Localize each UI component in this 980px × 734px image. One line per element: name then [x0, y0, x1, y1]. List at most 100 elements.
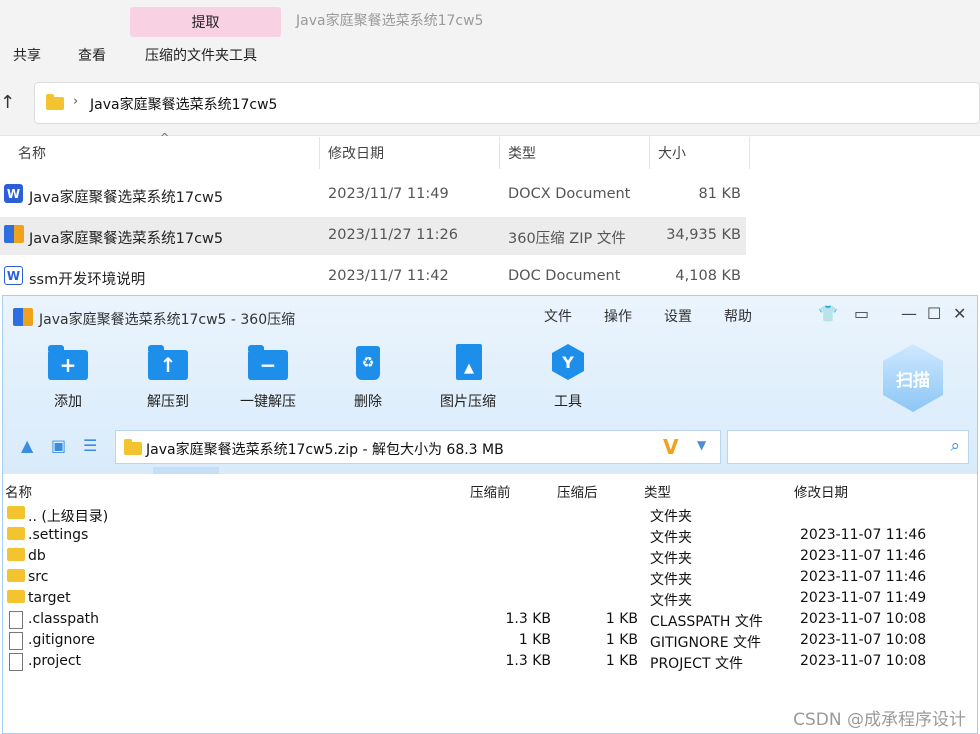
file-row[interactable]: W Java家庭聚餐选菜系统17cw5 2023/11/7 11:49 DOCX…	[0, 176, 746, 214]
entry-size-after: 1 KB	[605, 653, 638, 669]
tool-extract-to-button[interactable]: ↑ 解压到	[128, 344, 208, 411]
folder-icon	[7, 527, 25, 540]
tool-label: 添加	[54, 394, 82, 410]
zip-column-headers: 名称 压缩前 压缩后 类型 修改日期	[3, 478, 977, 502]
close-icon[interactable]: ✕	[953, 304, 966, 323]
tools-hexagon-icon: Y	[552, 344, 584, 380]
list-item[interactable]: target 文件夹 2023-11-07 11:49	[3, 589, 977, 610]
view-list-icon[interactable]: ☰	[83, 436, 97, 455]
entry-date: 2023-11-07 11:49	[800, 590, 927, 606]
entry-date: 2023-11-07 11:46	[800, 527, 927, 543]
entry-date: 2023-11-07 10:08	[800, 611, 927, 627]
up-arrow-icon[interactable]: ↑	[0, 92, 15, 113]
dropdown-arrow-icon[interactable]: ▼	[697, 438, 706, 452]
360zip-logo-icon	[13, 308, 33, 326]
column-header-type[interactable]: 类型	[500, 137, 650, 169]
file-date: 2023/11/7 11:42	[328, 268, 449, 284]
menu-share[interactable]: 共享	[13, 45, 41, 65]
entry-date: 2023-11-07 10:08	[800, 632, 927, 648]
entry-name: .. (上级目录)	[28, 509, 109, 525]
zip-path-text: Java家庭聚餐选菜系统17cw5.zip - 解包大小为 68.3 MB	[146, 442, 504, 458]
column-header-type[interactable]: 类型	[644, 481, 671, 501]
tool-tools-button[interactable]: Y 工具	[528, 344, 608, 411]
folder-icon	[7, 548, 25, 561]
column-header-after[interactable]: 压缩后	[557, 481, 598, 501]
feedback-icon[interactable]: ▭	[854, 304, 869, 323]
scroll-tab-indicator	[153, 467, 219, 474]
view-thumbnail-icon[interactable]: ▣	[51, 436, 66, 455]
menu-compressed-folder-tools[interactable]: 压缩的文件夹工具	[145, 45, 257, 65]
entry-name: .project	[28, 653, 82, 669]
column-header-name[interactable]: 名称	[5, 481, 32, 501]
zip-window: Java家庭聚餐选菜系统17cw5 - 360压缩 文件 操作 设置 帮助 👕 …	[2, 295, 978, 734]
entry-name: src	[28, 569, 49, 585]
file-icon	[9, 653, 23, 671]
tool-delete-button[interactable]: ♻ 删除	[328, 344, 408, 411]
entry-type: 文件夹	[650, 509, 692, 525]
search-icon[interactable]: ⌕	[950, 436, 960, 456]
entry-type: 文件夹	[650, 593, 692, 609]
list-item[interactable]: .classpath 1.3 KB 1 KB CLASSPATH 文件 2023…	[3, 610, 977, 631]
file-size: 81 KB	[698, 186, 741, 202]
entry-type: 文件夹	[650, 572, 692, 588]
folder-icon	[46, 94, 64, 110]
entry-size-before: 1.3 KB	[505, 611, 552, 627]
list-item[interactable]: .gitignore 1 KB 1 KB GITIGNORE 文件 2023-1…	[3, 631, 977, 652]
minimize-icon[interactable]: —	[901, 304, 917, 323]
file-row-selected[interactable]: Java家庭聚餐选菜系统17cw5 2023/11/27 11:26 360压缩…	[0, 217, 746, 255]
menu-settings[interactable]: 设置	[664, 306, 692, 326]
address-path: Java家庭聚餐选菜系统17cw5	[90, 97, 278, 113]
address-bar[interactable]: › Java家庭聚餐选菜系统17cw5	[34, 82, 980, 124]
column-header-size[interactable]: 大小	[650, 137, 750, 169]
list-item[interactable]: .settings 文件夹 2023-11-07 11:46	[3, 526, 977, 547]
file-size: 4,108 KB	[675, 268, 741, 284]
tool-one-click-extract-button[interactable]: − 一键解压	[228, 344, 308, 411]
file-icon	[9, 611, 23, 629]
tool-label: 工具	[554, 394, 582, 410]
folder-icon	[7, 506, 25, 519]
column-header-name[interactable]: 名称	[0, 137, 320, 169]
menu-file[interactable]: 文件	[544, 306, 572, 326]
ribbon-tab-extract[interactable]: 提取	[130, 7, 281, 37]
entry-name: target	[28, 590, 71, 606]
add-folder-icon: +	[48, 345, 88, 380]
list-item[interactable]: .project 1.3 KB 1 KB PROJECT 文件 2023-11-…	[3, 652, 977, 673]
column-header-before[interactable]: 压缩前	[470, 481, 511, 501]
skin-shirt-icon[interactable]: 👕	[818, 304, 838, 323]
word-doc-icon: W	[4, 266, 23, 285]
entry-date: 2023-11-07 11:46	[800, 569, 927, 585]
tool-image-compress-button[interactable]: ▲ 图片压缩	[428, 344, 508, 411]
zip-search-input[interactable]: ⌕	[727, 430, 969, 464]
folder-icon	[7, 569, 25, 582]
folder-icon	[7, 590, 25, 603]
tool-label: 图片压缩	[440, 394, 496, 410]
column-header-date[interactable]: 修改日期	[794, 481, 848, 501]
folder-icon	[124, 439, 142, 455]
file-date: 2023/11/27 11:26	[328, 227, 458, 243]
file-name: Java家庭聚餐选菜系统17cw5	[29, 231, 224, 247]
entry-size-after: 1 KB	[605, 611, 638, 627]
zip-path-bar[interactable]: Java家庭聚餐选菜系统17cw5.zip - 解包大小为 68.3 MB V …	[115, 430, 721, 464]
entry-type: GITIGNORE 文件	[650, 635, 762, 651]
file-row[interactable]: W ssm开发环境说明 2023/11/7 11:42 DOC Document…	[0, 258, 746, 296]
file-type: 360压缩 ZIP 文件	[508, 231, 626, 247]
menu-help[interactable]: 帮助	[724, 306, 752, 326]
list-item[interactable]: src 文件夹 2023-11-07 11:46	[3, 568, 977, 589]
entry-type: CLASSPATH 文件	[650, 614, 763, 630]
list-item[interactable]: .. (上级目录) 文件夹	[3, 505, 977, 526]
entry-name: .gitignore	[28, 632, 95, 648]
zip-archive-icon	[4, 225, 24, 243]
list-item[interactable]: db 文件夹 2023-11-07 11:46	[3, 547, 977, 568]
menu-view[interactable]: 查看	[78, 45, 106, 65]
tool-add-button[interactable]: + 添加	[28, 344, 108, 411]
column-header-date[interactable]: 修改日期	[320, 137, 500, 169]
maximize-icon[interactable]: ☐	[927, 304, 941, 323]
menu-operate[interactable]: 操作	[604, 306, 632, 326]
tool-label: 解压到	[147, 394, 189, 410]
entry-name: db	[28, 548, 46, 564]
file-type: DOC Document	[508, 268, 621, 284]
up-level-icon[interactable]: ▲	[21, 436, 33, 455]
v-badge-icon[interactable]: V	[663, 435, 678, 459]
tool-label: 一键解压	[240, 394, 296, 410]
explorer-window-title: Java家庭聚餐选菜系统17cw5	[296, 13, 484, 29]
